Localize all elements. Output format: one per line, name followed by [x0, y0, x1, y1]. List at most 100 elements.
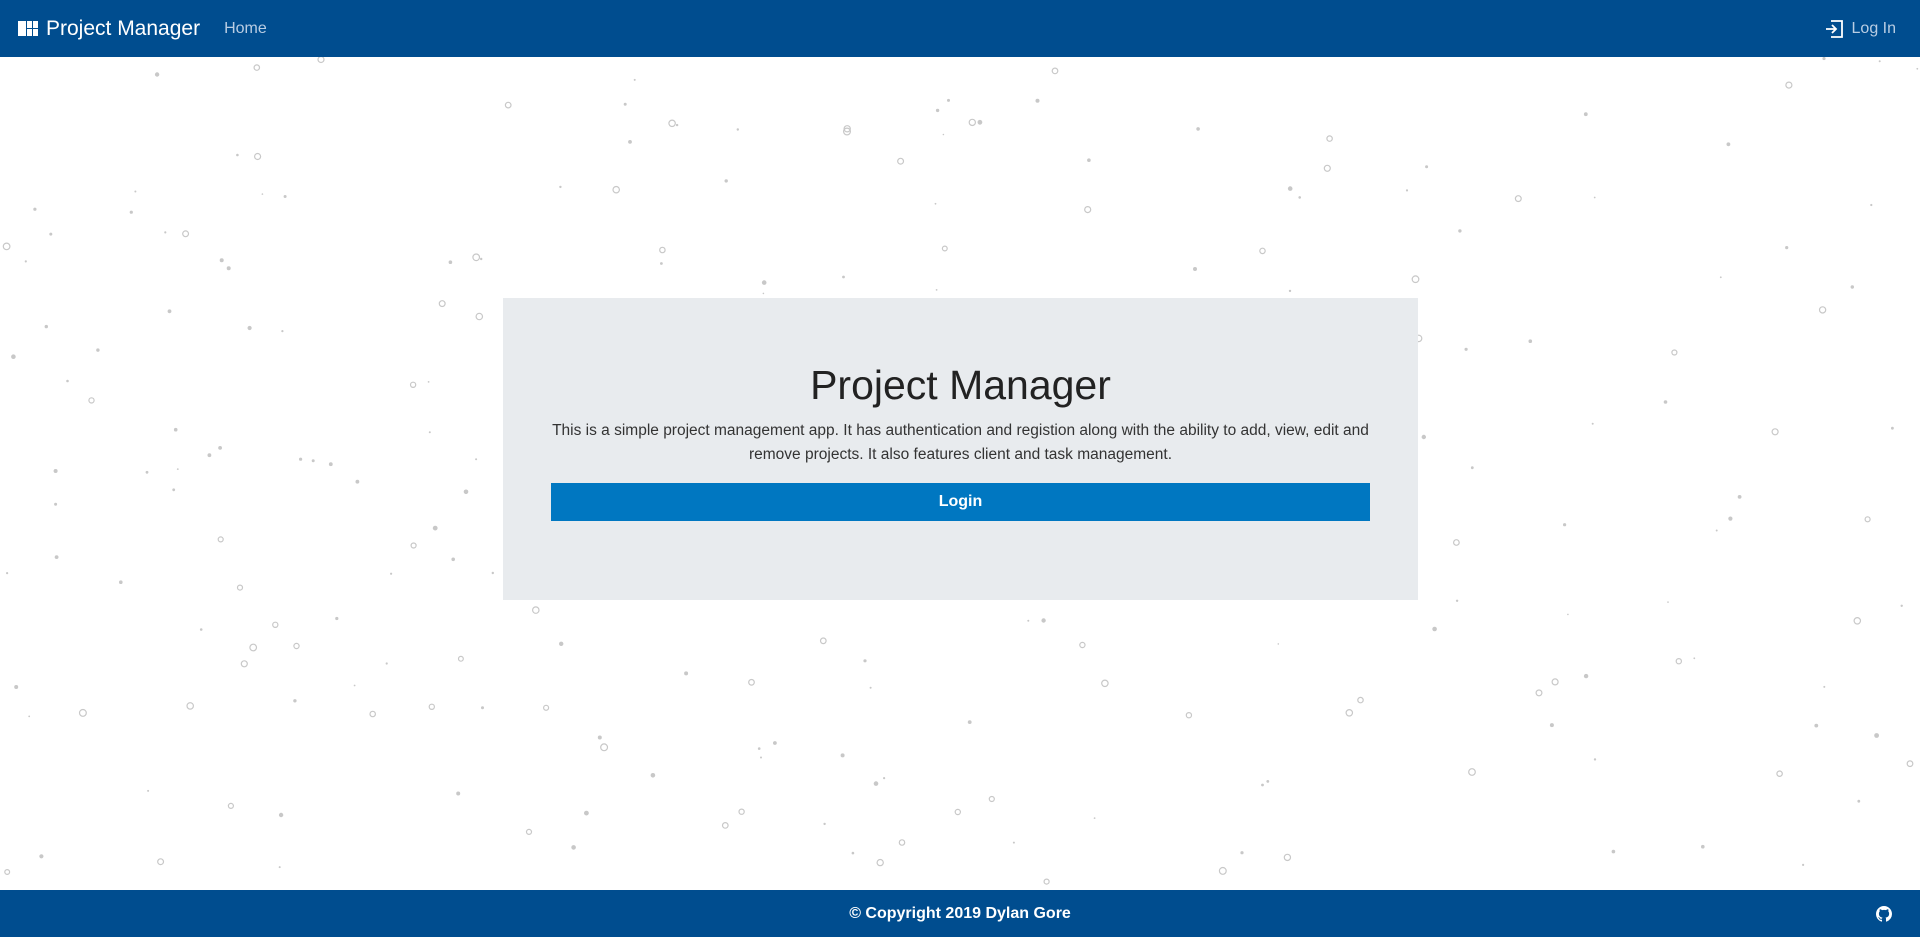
- particle-dot: [261, 193, 264, 195]
- nav-login-link[interactable]: Log In: [1824, 19, 1896, 39]
- top-navbar: Project Manager Home Log In: [0, 0, 1920, 57]
- particle-dot: [1874, 733, 1879, 738]
- particle-dot: [1853, 616, 1862, 625]
- particle-dot: [1041, 618, 1046, 623]
- particle-dot: [427, 381, 430, 383]
- particle-dot: [1900, 604, 1903, 607]
- particle-dot: [1455, 599, 1459, 602]
- particle-dot: [11, 354, 16, 360]
- sign-in-icon: [1825, 19, 1843, 38]
- particle-dot: [1277, 643, 1280, 645]
- particle-dot: [1196, 127, 1200, 131]
- particle-dot: [1051, 67, 1059, 75]
- particle-dot: [988, 795, 995, 803]
- particle-dot: [451, 557, 456, 562]
- particle-dot: [977, 119, 983, 125]
- particle-dot: [1405, 189, 1409, 192]
- brand-title: Project Manager: [46, 16, 201, 40]
- particle-dot: [1916, 67, 1919, 70]
- particle-dot: [66, 379, 69, 383]
- particle-dot: [1218, 866, 1227, 875]
- particle-dot: [968, 118, 977, 127]
- particle-dot: [4, 868, 11, 875]
- particle-dot: [249, 643, 258, 652]
- particle-dot: [1693, 657, 1696, 660]
- particle-dot: [1667, 601, 1669, 603]
- particle-dot: [167, 309, 172, 314]
- particle-dot: [1287, 186, 1293, 191]
- particle-dot: [1421, 434, 1427, 440]
- particle-dot: [1549, 723, 1554, 728]
- particle-dot: [571, 845, 576, 850]
- particle-dot: [1528, 339, 1533, 344]
- particle-dot: [1891, 426, 1894, 430]
- particle-dot: [1802, 863, 1805, 867]
- brand-link[interactable]: Project Manager: [18, 17, 200, 41]
- particle-dot: [1818, 306, 1827, 314]
- github-icon[interactable]: [1876, 906, 1892, 922]
- particle-dot: [1567, 613, 1569, 616]
- particle-dot: [684, 671, 689, 676]
- particle-dot: [1870, 203, 1873, 207]
- particle-dot: [475, 458, 478, 461]
- particle-dot: [44, 324, 48, 329]
- particle-dot: [1185, 712, 1193, 719]
- particle-dot: [1593, 196, 1596, 199]
- particle-dot: [154, 72, 160, 77]
- particle-dot: [760, 756, 762, 759]
- login-button[interactable]: Login: [551, 483, 1370, 521]
- particle-dot: [219, 258, 224, 263]
- particle-dot: [1357, 696, 1364, 704]
- particle-dot: [457, 655, 464, 662]
- particle-dot: [1411, 275, 1420, 284]
- particle-dot: [1906, 760, 1914, 768]
- particle-dot: [236, 584, 244, 591]
- hero-title: Project Manager: [810, 362, 1111, 408]
- particle-dot: [33, 207, 37, 211]
- particle-dot: [1468, 768, 1476, 776]
- particle-dot: [1079, 641, 1086, 649]
- particle-dot: [96, 348, 100, 352]
- particle-dot: [659, 246, 666, 254]
- particle-dot: [840, 753, 845, 758]
- nav-home-link[interactable]: Home: [224, 20, 267, 38]
- particle-dot: [1464, 347, 1468, 351]
- particle-dot: [1035, 98, 1040, 103]
- particle-dot: [293, 699, 297, 703]
- particle-dot: [941, 245, 948, 252]
- particle-dot: [531, 606, 540, 614]
- particle-dot: [947, 98, 950, 102]
- particle-dot: [1671, 349, 1678, 356]
- dashboard-icon: [18, 21, 38, 36]
- particle-dot: [227, 802, 234, 810]
- particle-dot: [1261, 783, 1264, 787]
- particle-dot: [14, 685, 19, 689]
- particle-dot: [176, 468, 179, 470]
- particle-dot: [757, 747, 761, 750]
- particle-dot: [236, 153, 239, 157]
- particle-dot: [1663, 400, 1668, 404]
- particle-dot: [559, 641, 564, 646]
- particle-dot: [299, 457, 303, 461]
- particle-dot: [311, 459, 315, 463]
- particle-dot: [428, 431, 431, 434]
- particle-dot: [278, 812, 284, 818]
- particle-dot: [54, 502, 58, 506]
- particle-dot: [1345, 708, 1354, 717]
- particle-dot: [1726, 142, 1731, 147]
- particle-dot: [1093, 817, 1096, 819]
- particle-dot: [748, 678, 755, 686]
- particle-dot: [819, 637, 827, 645]
- particle-dot: [823, 822, 826, 826]
- footer: © Copyright 2019 Dylan Gore: [0, 890, 1920, 937]
- particle-dot: [145, 470, 149, 474]
- particle-dot: [1776, 770, 1783, 778]
- particle-dot: [525, 828, 533, 836]
- particle-dot: [1591, 422, 1594, 425]
- particle-dot: [385, 662, 388, 665]
- particle-dot: [456, 791, 461, 796]
- particle-dot: [480, 257, 483, 261]
- particle-dot: [1288, 289, 1292, 293]
- particle-dot: [432, 525, 438, 531]
- particle-dot: [173, 427, 178, 432]
